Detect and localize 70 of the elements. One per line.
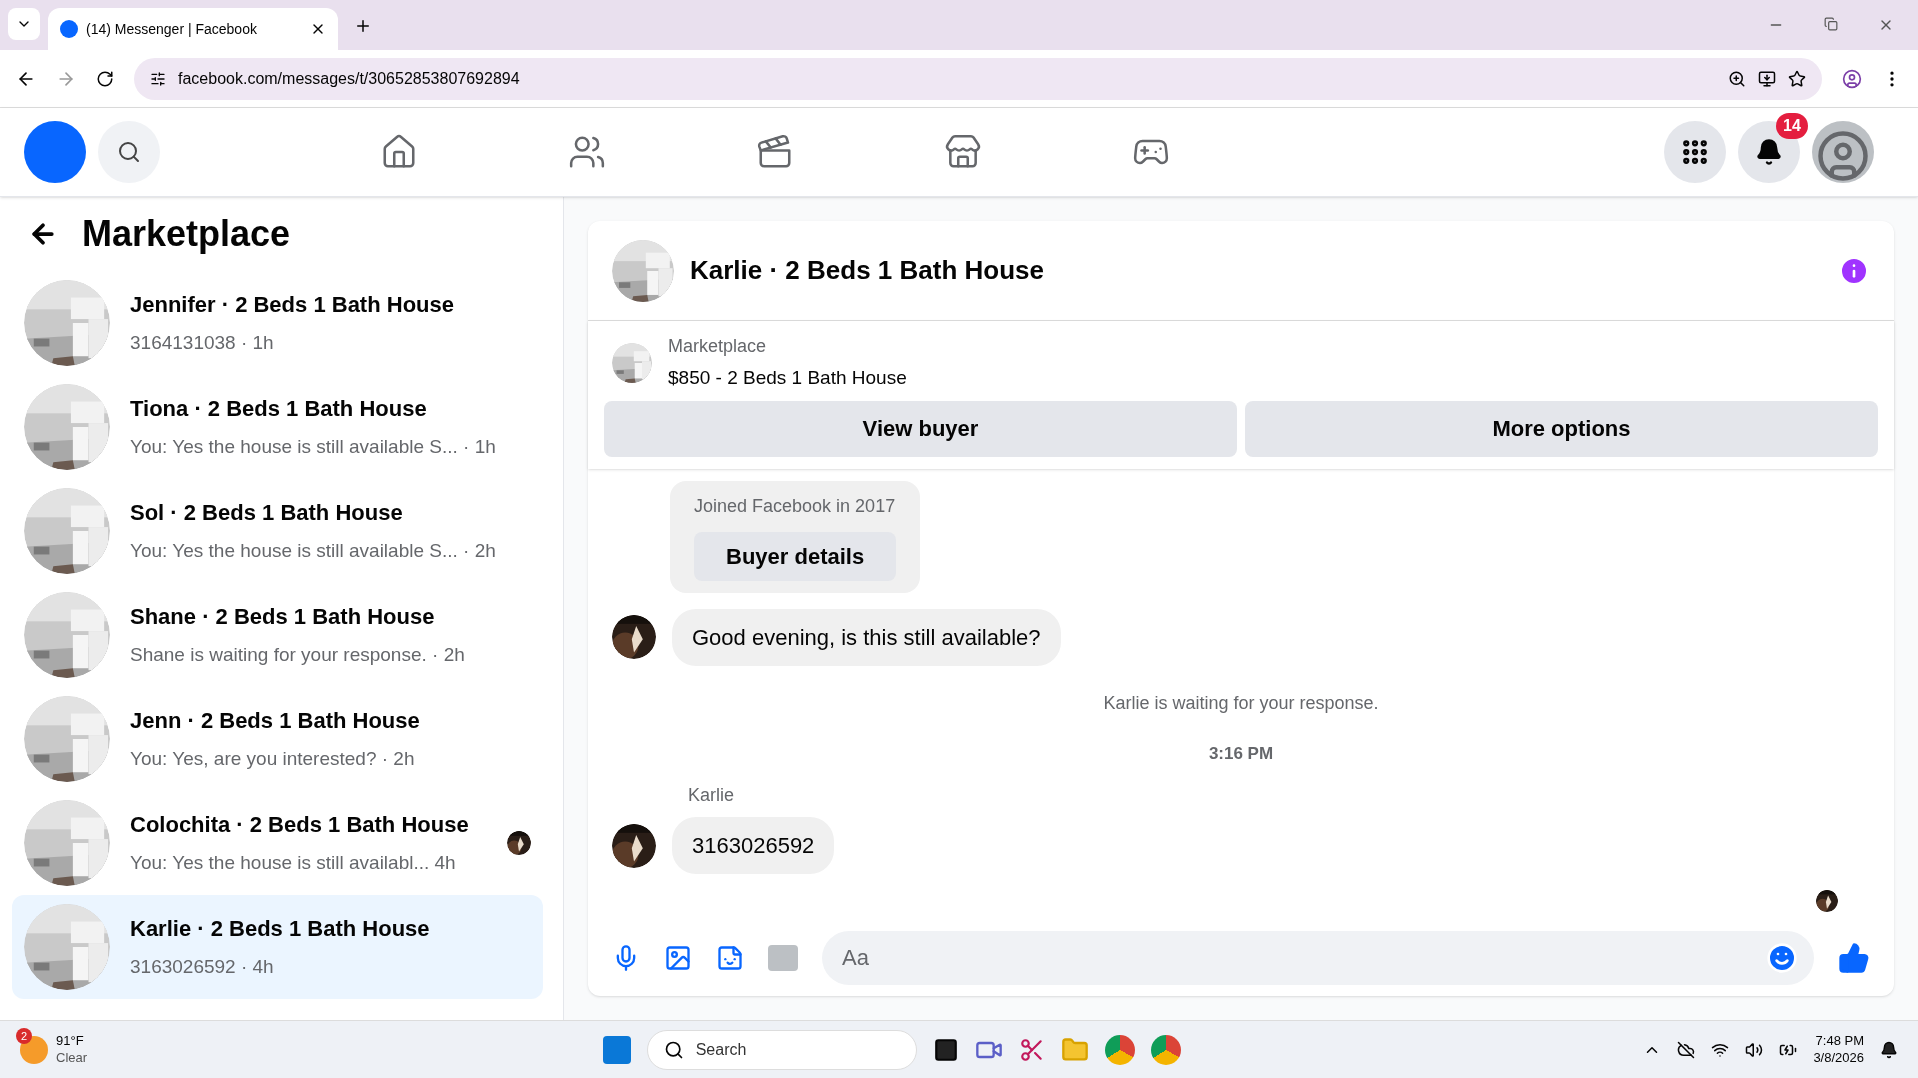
zoom-icon[interactable] (1728, 69, 1746, 88)
video-icon (756, 133, 794, 171)
url-text: facebook.com/messages/t/30652853807692894 (178, 68, 521, 89)
browser-tab[interactable]: (14) Messenger | Facebook (48, 8, 338, 50)
clock-date: 3/8/2026 (1813, 1049, 1864, 1066)
conversation-preview: 3164131038 · 1h (130, 331, 275, 356)
conversation-title: Shane · 2 Beds 1 Bath House (130, 603, 436, 632)
clock-time: 7:48 PM (1815, 1033, 1864, 1050)
taskbar-search[interactable]: Search (646, 1029, 917, 1070)
status-text: Karlie is waiting for your response. (1103, 691, 1379, 715)
new-tab-icon[interactable] (354, 17, 372, 35)
listing-label: Marketplace (668, 335, 768, 358)
profile-icon[interactable] (1842, 68, 1862, 89)
bookmark-icon[interactable] (1788, 69, 1806, 88)
conversation-item[interactable]: Tiona · 2 Beds 1 Bath House You: Yes the house is still available S... · 1h (12, 375, 543, 479)
action-button[interactable]: View buyer (604, 400, 1237, 457)
weather-badge: 2 (16, 1027, 33, 1044)
conversation-preview: You: Yes the house is still availabl... 4h (130, 851, 457, 876)
search-icon (117, 140, 141, 164)
conversation-preview: You: Yes the house is still available S... · 1h (130, 435, 497, 460)
install-icon[interactable] (1758, 69, 1776, 88)
conversation-preview: You: Yes the house is still available S... · 2h (130, 539, 497, 564)
bell-icon (1755, 138, 1783, 166)
conversation-title: Jennifer · 2 Beds 1 Bath House (130, 291, 455, 320)
conversation-item[interactable]: Jennifer · 2 Beds 1 Bath House 3164131038 · 1h (12, 271, 543, 375)
message-field[interactable]: Aa (822, 931, 1814, 985)
temperature: 91°F (56, 1033, 85, 1050)
tab-title: (14) Messenger | Facebook (86, 19, 258, 39)
conversation-preview: 3163026592 · 4h (130, 955, 275, 980)
buyer-joined-text: Joined Facebook in 2017 (694, 494, 896, 518)
like-icon[interactable] (1838, 942, 1870, 974)
timestamp: 3:16 PM (1208, 742, 1274, 765)
reload-icon[interactable] (96, 69, 114, 88)
notification-badge: 14 (1776, 113, 1808, 139)
sender-name: Karlie (688, 784, 736, 807)
notification-icon[interactable] (1880, 1040, 1898, 1059)
tab-list-button[interactable] (8, 8, 40, 40)
conversation-title: Tiona · 2 Beds 1 Bath House (130, 395, 428, 424)
action-button[interactable]: More options (1245, 400, 1878, 457)
conversation-preview: Shane is waiting for your response. · 2h (130, 643, 466, 668)
message-bubble: 3163026592 (672, 817, 835, 874)
conversation-title: Karlie · 2 Beds 1 Bath House (130, 915, 431, 944)
home-icon (380, 133, 418, 171)
conversation-item[interactable]: Colochita · 2 Beds 1 Bath House You: Yes the house is still availabl... 4h (12, 791, 543, 895)
sidebar-title: Marketplace (82, 212, 291, 256)
conversation-item[interactable]: Jenn · 2 Beds 1 Bath House You: Yes, are you interested? · 2h (12, 687, 543, 791)
listing-title: $850 - 2 Beds 1 Bath House (668, 366, 907, 390)
conversation-preview: You: Yes, are you interested? · 2h (130, 747, 416, 772)
conversation-title: Jenn · 2 Beds 1 Bath House (130, 707, 421, 736)
task-view-icon[interactable] (932, 1036, 959, 1063)
conversation-item[interactable]: Karlie · 2 Beds 1 Bath House 3163026592 · 4h (12, 895, 543, 999)
emoji-icon[interactable] (1766, 942, 1798, 974)
address-bar[interactable]: facebook.com/messages/t/30652853807692894 (134, 57, 1822, 100)
sticker-icon[interactable] (716, 944, 744, 972)
weather-condition: Clear (56, 1049, 88, 1066)
buyer-details-button[interactable]: Buyer details (694, 531, 897, 581)
conversation-item[interactable]: Sol · 2 Beds 1 Bath House You: Yes the house is still available S... · 2h (12, 479, 543, 583)
conversation-item[interactable]: Shane · 2 Beds 1 Bath House Shane is waiting for your response. · 2h (12, 583, 543, 687)
conversation-title: Colochita · 2 Beds 1 Bath House (130, 811, 470, 840)
grid-icon (1680, 137, 1710, 167)
restore-icon[interactable] (1824, 17, 1838, 31)
search-icon (663, 1039, 684, 1060)
marketplace-icon (944, 133, 982, 171)
conversation-title: Sol · 2 Beds 1 Bath House (130, 499, 404, 528)
message-bubble: Good evening, is this still available? (672, 608, 1061, 666)
photo-icon[interactable] (664, 944, 692, 972)
person-icon (1816, 129, 1870, 183)
chat-title: Karlie · 2 Beds 1 Bath House (690, 254, 1045, 287)
volume-icon[interactable] (1745, 1040, 1764, 1059)
site-settings-icon[interactable] (150, 70, 166, 87)
